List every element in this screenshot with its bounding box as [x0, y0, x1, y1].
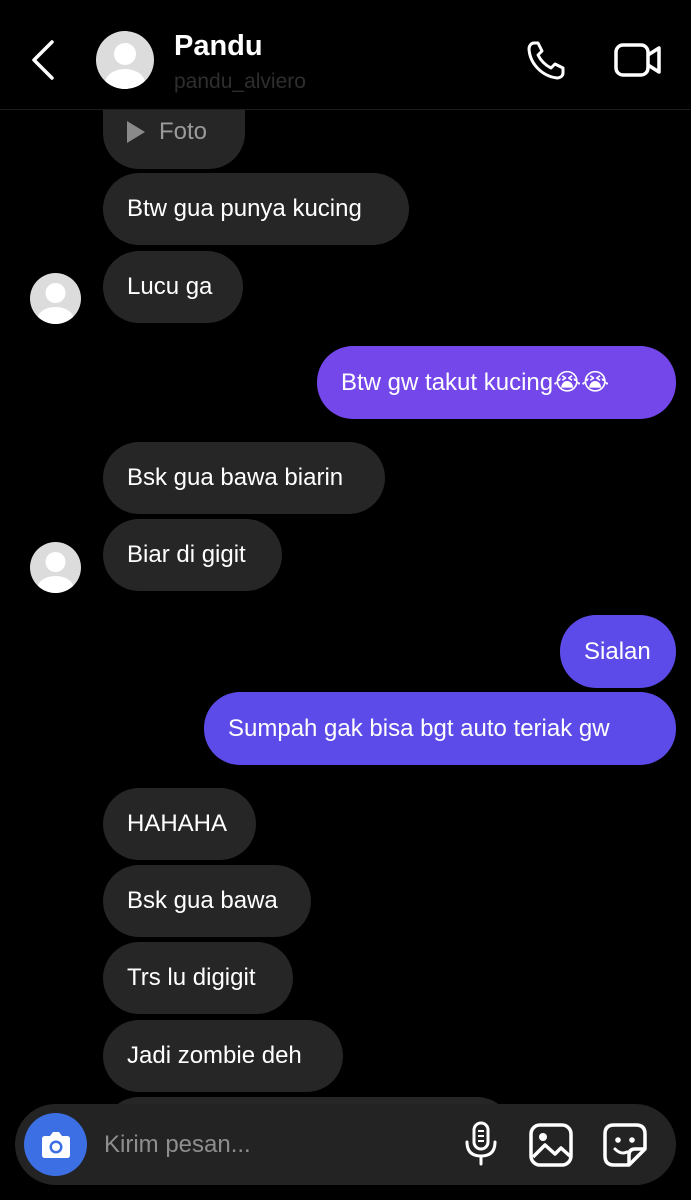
message-bubble-incoming[interactable]: HAHAHA — [103, 788, 256, 860]
contact-username: pandu_alviero — [174, 70, 306, 93]
message-bubble-outgoing[interactable]: Sumpah gak bisa bgt auto teriak gw — [204, 692, 676, 765]
camera-icon — [41, 1131, 70, 1158]
play-icon — [127, 121, 145, 143]
message-bubble-outgoing[interactable]: Btw gw takut kucing😭😭 — [317, 346, 676, 419]
call-icon[interactable] — [524, 38, 572, 82]
gallery-icon[interactable] — [527, 1121, 575, 1169]
microphone-icon[interactable] — [463, 1120, 499, 1168]
chat-header: Pandu pandu_alviero — [0, 0, 691, 110]
sender-avatar — [30, 273, 81, 324]
default-avatar-icon — [105, 43, 145, 89]
video-call-icon[interactable] — [612, 38, 664, 82]
message-bubble-outgoing[interactable]: Sialan — [560, 615, 676, 688]
photo-label: Foto — [159, 118, 208, 145]
camera-button[interactable] — [24, 1113, 87, 1176]
message-bubble-incoming[interactable]: Bsk gua bawa — [103, 865, 311, 937]
sender-avatar — [30, 542, 81, 593]
message-bubble-incoming[interactable]: Biar di gigit — [103, 519, 282, 591]
contact-avatar[interactable] — [96, 31, 154, 89]
back-icon[interactable] — [26, 38, 62, 82]
message-bubble-incoming[interactable]: Btw gua punya kucing — [103, 173, 409, 245]
message-composer: Kirim pesan... — [15, 1104, 676, 1185]
default-avatar-icon — [37, 552, 74, 593]
message-bubble-incoming[interactable]: Lucu ga — [103, 251, 243, 323]
contact-name[interactable]: Pandu — [174, 30, 263, 63]
message-input[interactable]: Kirim pesan... — [104, 1131, 251, 1159]
default-avatar-icon — [37, 283, 74, 324]
sticker-icon[interactable] — [601, 1121, 649, 1169]
message-bubble-incoming[interactable]: Jadi zombie deh — [103, 1020, 343, 1092]
message-bubble-incoming[interactable]: Trs lu digigit — [103, 942, 293, 1014]
message-bubble-incoming[interactable]: Bsk gua bawa biarin — [103, 442, 385, 514]
